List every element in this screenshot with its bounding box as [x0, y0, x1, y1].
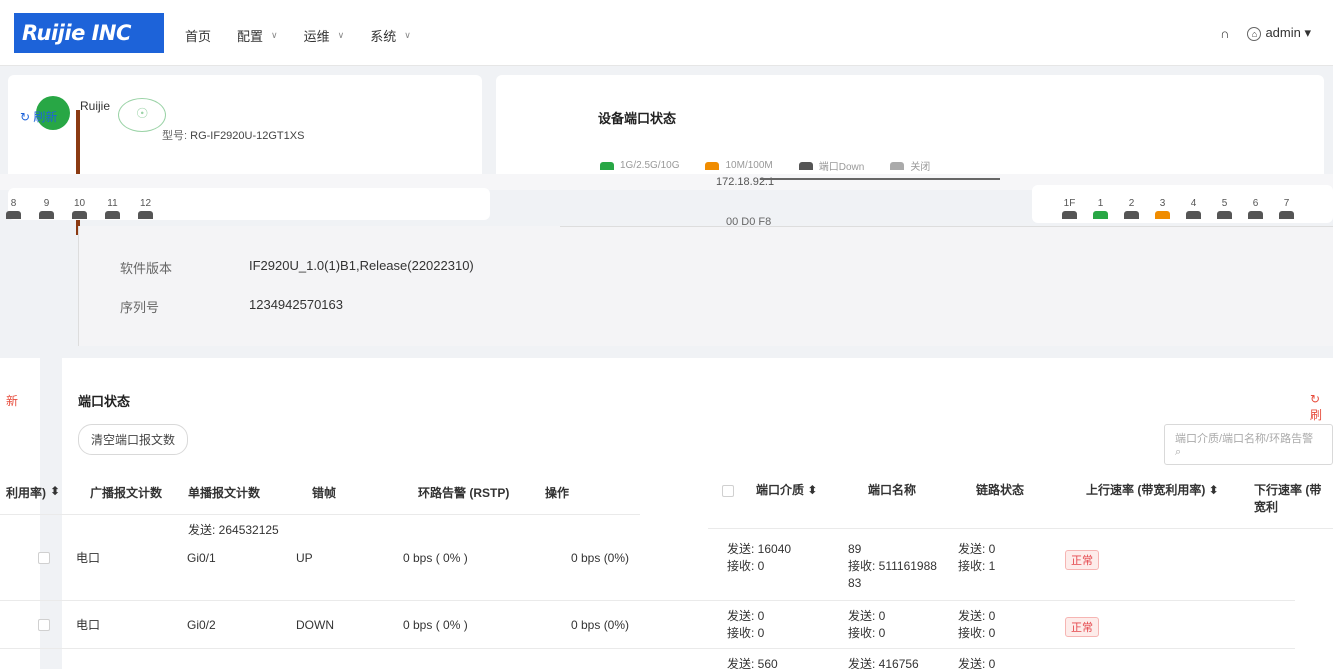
loop-alarm-badge: 正常: [1065, 550, 1099, 570]
col-header: 操作: [545, 486, 570, 500]
col-header: 利用率): [6, 486, 46, 500]
up-rate: 0 bps ( 0% ): [403, 551, 468, 565]
refresh-right-button[interactable]: ↻ 刷: [1310, 392, 1333, 423]
legend-item: 10M/100M: [705, 158, 773, 173]
sort-icon[interactable]: ⬍: [807, 483, 817, 497]
software-value: IF2920U_1.0(1)B1,Release(22022310): [249, 258, 474, 273]
device-refresh-button[interactable]: ↻ 刷新: [20, 108, 57, 125]
port[interactable]: 12: [138, 198, 153, 219]
left-port-strip: 8 9 10 11 12: [6, 198, 153, 219]
link-status: DOWN: [296, 618, 334, 632]
device-details-block: [560, 226, 1333, 346]
col-header: 广播报文计数: [90, 486, 163, 500]
port[interactable]: 2: [1124, 198, 1139, 219]
port-medium: 电口: [76, 618, 101, 632]
serial-value: 1234942570163: [249, 297, 343, 312]
down-rate: 0 bps (0%): [571, 618, 630, 632]
refresh-icon: ↻: [20, 110, 31, 124]
row-divider: [0, 648, 1295, 649]
port-search-input[interactable]: 端口介质/端口名称/环路告警 ⌕: [1164, 424, 1333, 465]
port[interactable]: 1F: [1062, 198, 1077, 219]
port-panel-title: 设备端口状态: [598, 111, 677, 126]
loop-alarm-badge: 正常: [1065, 617, 1099, 637]
top-navigation-bar: Ruijie INC 首页 配置 ∨ 运维 ∨ 系统 ∨ ∩ ⌂ admin ▾: [0, 0, 1333, 66]
port[interactable]: 7: [1279, 198, 1294, 219]
nav-item-system[interactable]: 系统 ∨: [370, 26, 411, 45]
port[interactable]: 6: [1248, 198, 1263, 219]
ip-fragment: 172.18.92.1: [716, 176, 775, 188]
counter-cell: 发送: 16040 接收: 0: [727, 542, 792, 573]
col-header: 链路状态: [976, 483, 1025, 497]
headset-icon[interactable]: ∩: [1220, 26, 1229, 41]
port-legend: 1G/2.5G/10G 10M/100M 端口Down 关闭: [600, 158, 930, 173]
port-name: Gi0/2: [187, 618, 216, 632]
port[interactable]: 11: [105, 198, 120, 219]
legend-item: 关闭: [890, 158, 930, 173]
legend-item: 端口Down: [798, 158, 864, 173]
col-header: 端口名称: [868, 483, 917, 497]
col-header: 单播报文计数: [188, 486, 261, 500]
sort-icon[interactable]: ⬍: [1209, 483, 1219, 497]
col-header: 错帧: [312, 486, 337, 500]
counter-cell: 发送: 0 接收: 1: [958, 542, 996, 573]
user-icon: ⌂: [1247, 27, 1262, 41]
port-name: Gi0/1: [187, 551, 216, 565]
counter-cell: 89 接收: 511161988 83: [848, 542, 937, 590]
device-brand: Ruijie: [80, 99, 111, 113]
main-nav: 首页 配置 ∨ 运维 ∨ 系统 ∨: [185, 26, 411, 45]
search-icon: ⌕: [1175, 446, 1182, 458]
counter-cell: 发送: 0 接收: 0: [727, 609, 765, 640]
user-menu[interactable]: ⌂ admin ▾: [1247, 25, 1311, 41]
port-medium: 电口: [76, 551, 101, 565]
clear-port-counters-button[interactable]: 清空端口报文数: [78, 424, 189, 455]
header-divider: [0, 514, 640, 515]
nav-item-config[interactable]: 配置 ∨: [237, 26, 278, 45]
chevron-down-icon: ∨: [271, 30, 278, 40]
port[interactable]: 4: [1186, 198, 1201, 219]
legend-item: 1G/2.5G/10G: [600, 158, 679, 173]
counter-cell: 发送: 560: [727, 657, 778, 669]
port[interactable]: 9: [39, 198, 54, 219]
render-artifact: [760, 178, 1000, 180]
port-status-title: 端口状态: [78, 394, 131, 409]
counter-cell: 发送: 0 接收: 0: [958, 609, 996, 640]
down-rate: 0 bps (0%): [571, 551, 630, 565]
counter-cell: 发送: 0: [958, 657, 996, 669]
device-details-block: [78, 226, 560, 346]
device-ring-icon: [118, 98, 166, 132]
counter-cell: 发送: 0 接收: 0: [848, 609, 886, 640]
up-rate: 0 bps ( 0% ): [403, 618, 468, 632]
port[interactable]: 8: [6, 198, 21, 219]
partial-cell: 发送: 264532125: [188, 523, 279, 537]
software-label: 软件版本: [120, 261, 173, 276]
col-header: 上行速率 (带宽利用率) ⬍: [1086, 483, 1219, 497]
row-checkbox[interactable]: [38, 619, 50, 631]
row-divider: [0, 600, 1295, 601]
select-all-checkbox[interactable]: [722, 485, 734, 497]
nav-item-ops[interactable]: 运维 ∨: [304, 26, 345, 45]
header-divider: [708, 528, 1333, 529]
port[interactable]: 5: [1217, 198, 1232, 219]
sort-icon[interactable]: ⬍: [50, 484, 60, 498]
refresh-left-button[interactable]: 新: [6, 392, 18, 409]
ruijie-logo[interactable]: Ruijie INC: [14, 13, 164, 53]
right-port-strip: 1F 1 2 3 4 5 6 7: [1062, 198, 1294, 219]
port[interactable]: 3: [1155, 198, 1170, 219]
chevron-down-icon: ∨: [404, 30, 411, 40]
user-area: ∩ ⌂ admin ▾: [1220, 25, 1311, 41]
row-checkbox[interactable]: [38, 552, 50, 564]
model-label: 型号: RG-IF2920U-12GT1XS: [162, 130, 305, 142]
col-header: 下行速率 (带宽利: [1254, 483, 1322, 514]
col-header: 端口介质 ⬍: [756, 483, 818, 497]
nav-item-home[interactable]: 首页: [185, 26, 211, 45]
counter-cell: 发送: 416756: [848, 657, 919, 669]
serial-label: 序列号: [120, 300, 160, 315]
link-status: UP: [296, 551, 313, 565]
col-header: 环路告警 (RSTP): [418, 486, 510, 500]
chevron-down-icon: ∨: [337, 30, 345, 40]
port[interactable]: 10: [72, 198, 87, 219]
port[interactable]: 1: [1093, 198, 1108, 219]
